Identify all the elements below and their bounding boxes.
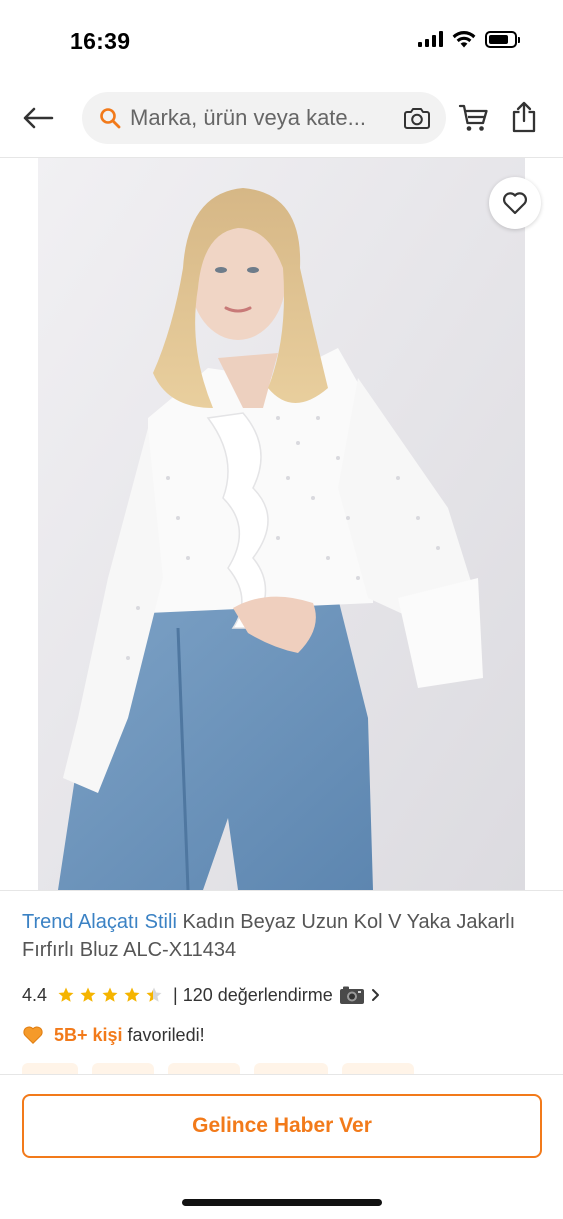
header <box>0 88 563 148</box>
product-title: Trend Alaçatı Stili Kadın Beyaz Uzun Kol… <box>22 908 542 964</box>
battery-icon <box>485 30 520 48</box>
search-input[interactable] <box>130 105 402 131</box>
review-count[interactable]: | 120 değerlendirme <box>173 985 333 1006</box>
camera-emoji-icon <box>339 985 365 1005</box>
wifi-icon <box>452 31 476 48</box>
home-indicator[interactable] <box>182 1199 382 1206</box>
rating-row[interactable]: 4.4 | 120 değerlendirme <box>22 982 381 1008</box>
star-icon <box>102 987 118 1002</box>
share-icon <box>512 101 536 133</box>
back-arrow-icon <box>23 107 54 129</box>
notify-when-available-button[interactable]: Gelince Haber Ver <box>22 1094 542 1158</box>
search-bar[interactable] <box>82 92 446 144</box>
orange-heart-icon <box>23 1026 43 1045</box>
bottom-bar-divider <box>0 1074 563 1075</box>
status-bar: 16:39 <box>0 0 563 80</box>
camera-icon[interactable] <box>402 103 432 133</box>
cart-button[interactable] <box>456 100 492 136</box>
star-icon <box>80 987 96 1002</box>
brand-link[interactable]: Trend Alaçatı Stili <box>22 911 177 933</box>
share-button[interactable] <box>506 98 542 136</box>
image-divider <box>0 890 563 891</box>
status-time: 16:39 <box>70 28 131 54</box>
product-image[interactable] <box>38 158 525 890</box>
favorite-button[interactable] <box>489 177 541 229</box>
star-icon <box>124 987 140 1002</box>
star-rating <box>57 986 163 1004</box>
search-icon <box>98 106 122 130</box>
heart-icon <box>502 192 528 215</box>
star-icon <box>58 987 74 1002</box>
rating-value: 4.4 <box>22 984 48 1005</box>
favorites-count: 5B+ kişi <box>54 1024 123 1045</box>
back-button[interactable] <box>20 100 56 136</box>
chevron-right-icon[interactable] <box>371 988 381 1002</box>
cellular-signal-icon <box>418 31 443 47</box>
half-star-icon <box>146 987 162 1002</box>
favorites-text: favoriledi! <box>127 1024 205 1045</box>
favorites-row: 5B+ kişi favoriledi! <box>22 1022 205 1048</box>
status-icons <box>418 30 520 48</box>
cart-icon <box>458 104 488 131</box>
